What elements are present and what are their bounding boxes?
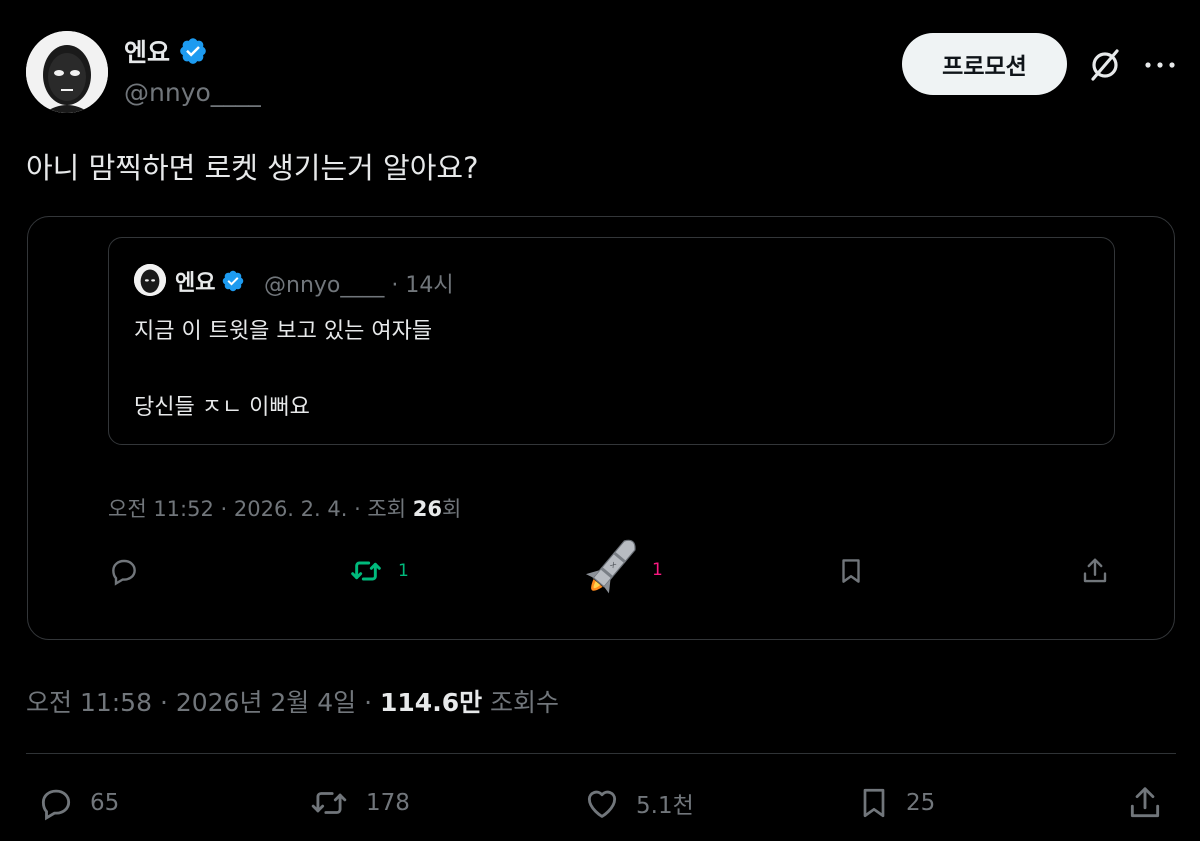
reply-icon (36, 784, 76, 822)
bookmark-button[interactable]: 25 (856, 784, 935, 822)
promote-button[interactable]: 프로모션 (902, 33, 1067, 95)
quoted-text-line: 당신들 ㅈㄴ 이뻐요 (134, 395, 310, 420)
tweet-meta: 오전 11:58 · 2026년 2월 4일 · 114.6만 조회수 (26, 683, 559, 719)
author-handle[interactable]: @nnyo____ (124, 78, 261, 107)
like-button[interactable]: 5.1천 (582, 784, 694, 822)
quoted-share-button[interactable] (1080, 555, 1110, 587)
tweet-views-count: 114.6만 (380, 688, 483, 717)
author-display-name[interactable]: 엔요 (124, 33, 170, 69)
heart-icon (582, 784, 622, 822)
quoted-author-name: 엔요 (175, 265, 245, 297)
quoted-bookmark-button[interactable] (836, 555, 866, 587)
quoted-avatar[interactable] (134, 264, 166, 296)
quoted-meta: 오전 11:52 · 2026. 2. 4. · 조회 26회 (108, 493, 461, 523)
quoted-text-line: 지금 이 트윗을 보고 있는 여자들 (134, 319, 433, 344)
slashed-circle-icon[interactable] (1085, 45, 1125, 85)
rocket-icon: X (572, 532, 646, 608)
avatar[interactable] (26, 31, 108, 113)
quoted-handle-time: @nnyo____ · 14시 (264, 273, 454, 298)
quoted-like-count: 1 (652, 560, 663, 580)
quoted-meta-prefix: 오전 11:52 · 2026. 2. 4. · 조회 (108, 497, 413, 521)
bookmark-icon (856, 784, 892, 822)
more-icon[interactable] (1140, 50, 1180, 80)
retweet-count: 178 (366, 790, 410, 816)
retweet-icon (348, 555, 384, 587)
verified-badge-icon (178, 36, 208, 66)
share-icon (1126, 784, 1164, 822)
author-name[interactable]: 엔요 (124, 33, 208, 69)
quoted-retweet-button[interactable]: 1 (348, 555, 409, 587)
like-count: 5.1천 (636, 793, 694, 819)
bookmark-count: 25 (906, 790, 936, 816)
quoted-meta-views: 26 (412, 497, 442, 521)
quoted-retweet-count: 1 (398, 561, 409, 581)
share-button[interactable] (1126, 784, 1164, 822)
tweet-text: 아니 맘찍하면 로켓 생기는거 알아요? (26, 151, 479, 185)
divider (26, 753, 1176, 754)
retweet-button[interactable]: 178 (306, 784, 410, 822)
bookmark-icon (836, 555, 866, 587)
reply-icon (108, 555, 140, 587)
quoted-meta-suffix: 회 (441, 497, 462, 521)
verified-badge-icon (221, 269, 245, 293)
reply-count: 65 (90, 790, 120, 816)
tweet-views-label: 조회수 (482, 688, 560, 717)
reply-button[interactable]: 65 (36, 784, 119, 822)
quoted-like-button[interactable]: X 1 (572, 532, 663, 608)
quoted-display-name: 엔요 (175, 271, 216, 296)
share-icon (1080, 555, 1110, 587)
tweet-time-date[interactable]: 오전 11:58 · 2026년 2월 4일 · (26, 688, 380, 717)
retweet-icon (306, 784, 352, 822)
quoted-reply-button[interactable] (108, 555, 154, 587)
